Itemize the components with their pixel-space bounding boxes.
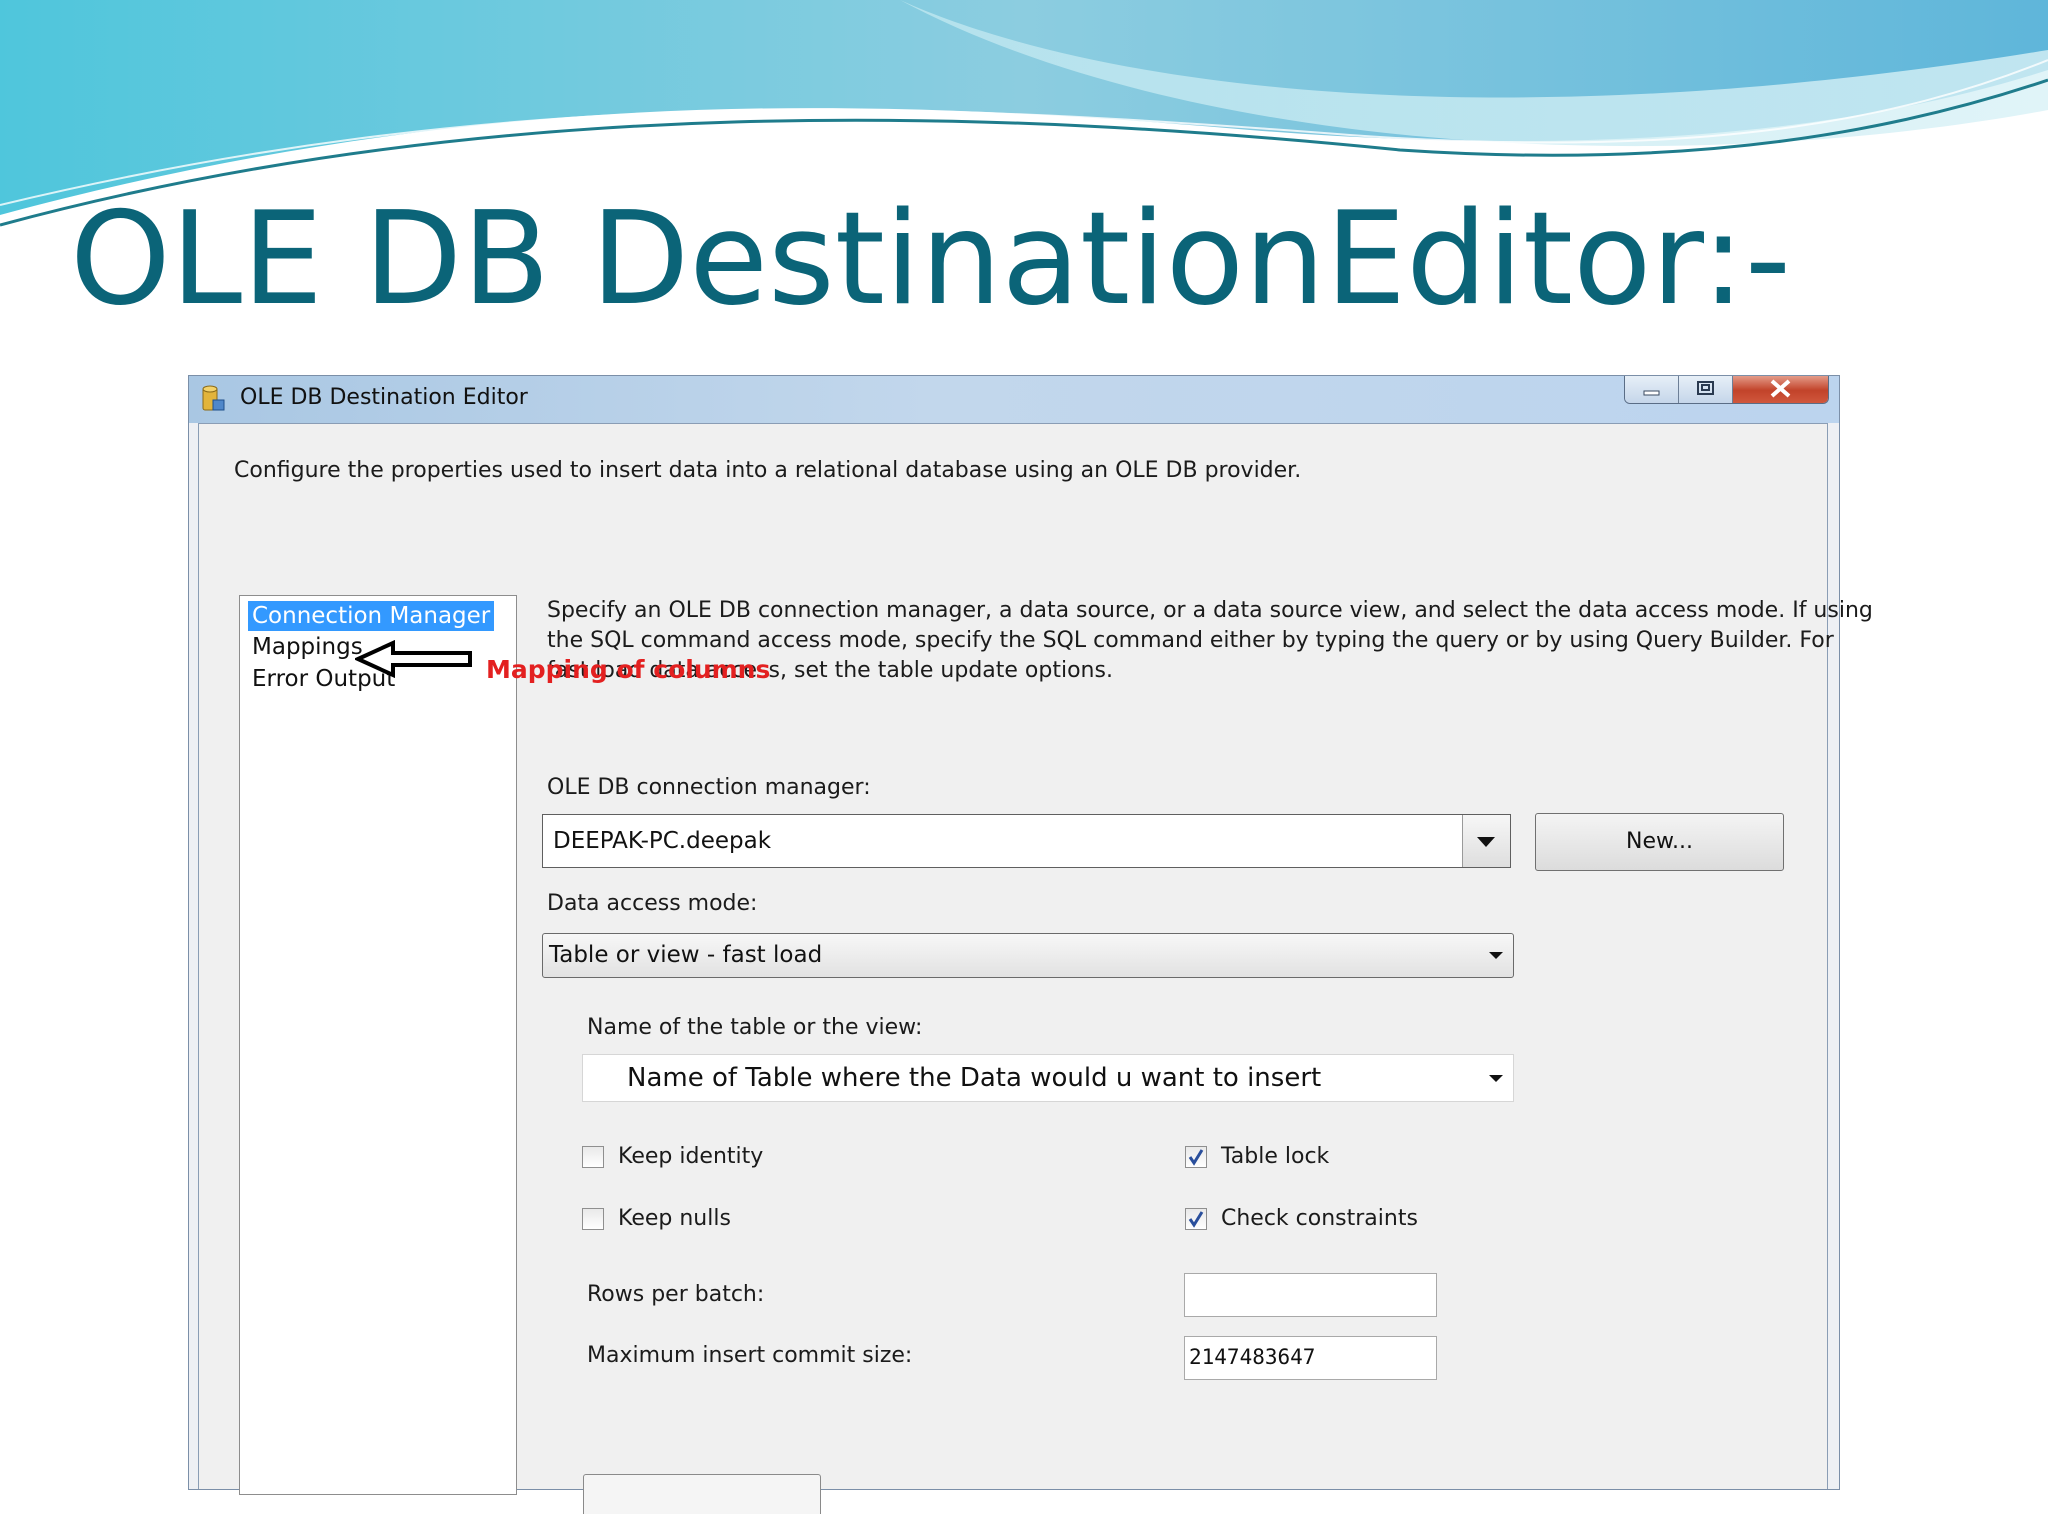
minimize-button[interactable] bbox=[1625, 375, 1679, 403]
keep-identity-checkbox[interactable] bbox=[582, 1146, 604, 1168]
app-icon bbox=[202, 385, 225, 411]
rows-per-batch-label: Rows per batch: bbox=[587, 1282, 765, 1307]
header-description: Configure the properties used to insert … bbox=[234, 458, 1302, 483]
connection-manager-value: DEEPAK-PC.deepak bbox=[553, 828, 772, 854]
data-access-mode-dropdown-button[interactable] bbox=[1479, 934, 1513, 977]
chevron-down-icon bbox=[1489, 952, 1503, 959]
checkmark-icon bbox=[1188, 1149, 1204, 1166]
table-name-label: Name of the table or the view: bbox=[587, 1015, 923, 1040]
table-name-combo[interactable]: Name of Table where the Data would u wan… bbox=[582, 1054, 1514, 1102]
data-access-mode-value: Table or view - fast load bbox=[549, 942, 823, 968]
arrow-left-icon bbox=[355, 640, 472, 678]
page-description-line: the SQL command access mode, specify the… bbox=[547, 628, 1834, 653]
maximize-button[interactable] bbox=[1679, 375, 1733, 403]
max-insert-commit-label: Maximum insert commit size: bbox=[587, 1343, 913, 1368]
minimize-icon bbox=[1643, 390, 1660, 396]
check-constraints-label: Check constraints bbox=[1221, 1206, 1418, 1231]
checkmark-icon bbox=[1188, 1211, 1204, 1228]
nav-item-connection-manager[interactable]: Connection Manager bbox=[248, 601, 495, 631]
connection-manager-combo[interactable]: DEEPAK-PC.deepak bbox=[542, 814, 1511, 868]
new-connection-button[interactable]: New... bbox=[1535, 813, 1784, 871]
table-lock-label: Table lock bbox=[1221, 1144, 1330, 1169]
data-access-mode-select[interactable]: Table or view - fast load bbox=[542, 933, 1514, 978]
table-lock-checkbox[interactable] bbox=[1185, 1146, 1207, 1168]
keep-nulls-label: Keep nulls bbox=[618, 1206, 731, 1231]
connection-manager-label: OLE DB connection manager: bbox=[547, 775, 871, 800]
preview-button-partial[interactable] bbox=[583, 1474, 821, 1514]
mapping-annotation: Mapping of columns bbox=[486, 655, 771, 684]
window-title: OLE DB Destination Editor bbox=[240, 385, 528, 410]
connection-manager-dropdown-button[interactable] bbox=[1462, 815, 1510, 867]
keep-identity-label: Keep identity bbox=[618, 1144, 764, 1169]
nav-item-mappings[interactable]: Mappings bbox=[248, 632, 367, 662]
rows-per-batch-input[interactable] bbox=[1184, 1273, 1437, 1317]
slide-title: OLE DB DestinationEditor:- bbox=[70, 185, 1792, 334]
chevron-down-icon bbox=[1489, 1075, 1503, 1082]
maximize-icon bbox=[1697, 381, 1714, 395]
chevron-down-icon bbox=[1477, 837, 1495, 847]
data-access-mode-label: Data access mode: bbox=[547, 891, 758, 916]
table-name-dropdown-button[interactable] bbox=[1479, 1055, 1513, 1101]
check-constraints-checkbox[interactable] bbox=[1185, 1208, 1207, 1230]
close-button[interactable] bbox=[1733, 375, 1828, 403]
title-bar[interactable]: OLE DB Destination Editor bbox=[188, 375, 1840, 423]
keep-nulls-checkbox[interactable] bbox=[582, 1208, 604, 1230]
page-nav-list: Connection Manager Mappings Error Output bbox=[239, 595, 517, 1495]
max-insert-commit-input[interactable]: 2147483647 bbox=[1184, 1336, 1437, 1380]
close-icon bbox=[1770, 379, 1791, 398]
window-controls bbox=[1624, 375, 1829, 404]
page-description-line: Specify an OLE DB connection manager, a … bbox=[547, 598, 1873, 623]
table-name-value: Name of Table where the Data would u wan… bbox=[627, 1063, 1322, 1093]
